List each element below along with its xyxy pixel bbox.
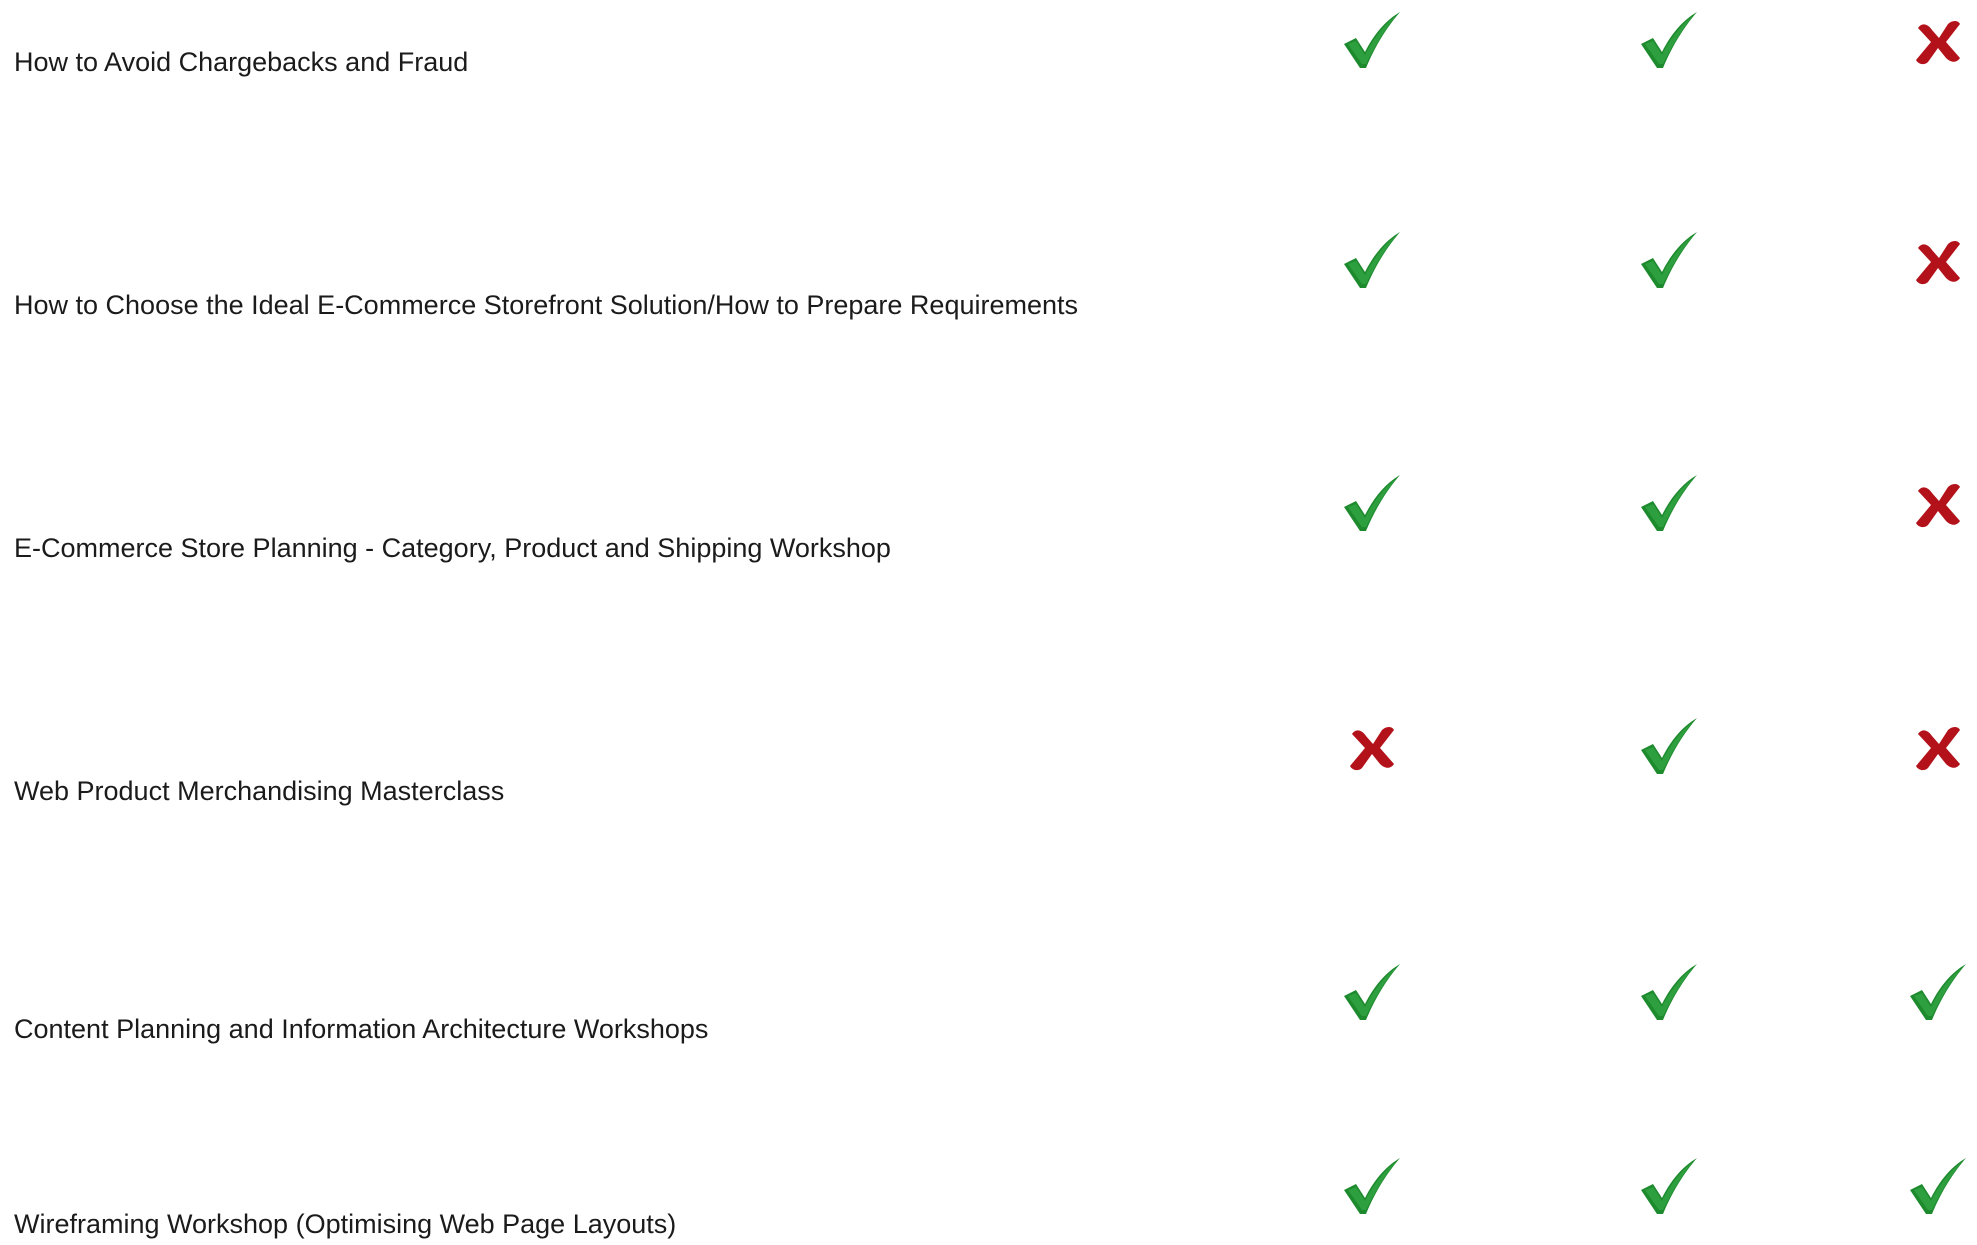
check-icon xyxy=(1635,960,1705,1024)
cross-icon xyxy=(1904,471,1974,535)
check-icon xyxy=(1338,1154,1408,1218)
cross-icon xyxy=(1904,8,1974,72)
row-label: How to Choose the Ideal E-Commerce Store… xyxy=(14,290,1079,320)
check-icon xyxy=(1635,228,1705,292)
check-icon xyxy=(1635,8,1705,72)
check-icon xyxy=(1338,8,1408,72)
check-icon xyxy=(1338,471,1408,535)
cross-icon xyxy=(1904,228,1974,292)
row-label: Content Planning and Information Archite… xyxy=(14,1014,709,1044)
row-label: Wireframing Workshop (Optimising Web Pag… xyxy=(14,1209,677,1239)
check-icon xyxy=(1904,960,1974,1024)
cross-icon xyxy=(1904,714,1974,778)
row-label: Web Product Merchandising Masterclass xyxy=(14,776,505,806)
check-icon xyxy=(1904,1154,1974,1218)
check-icon xyxy=(1635,1154,1705,1218)
cross-icon xyxy=(1338,714,1408,778)
check-icon xyxy=(1635,471,1705,535)
check-icon xyxy=(1635,714,1705,778)
row-label: How to Avoid Chargebacks and Fraud xyxy=(14,47,469,77)
row-label: E-Commerce Store Planning - Category, Pr… xyxy=(14,533,891,563)
check-icon xyxy=(1338,960,1408,1024)
feature-comparison-table: How to Avoid Chargebacks and Fraud How t… xyxy=(0,0,1977,1245)
check-icon xyxy=(1338,228,1408,292)
